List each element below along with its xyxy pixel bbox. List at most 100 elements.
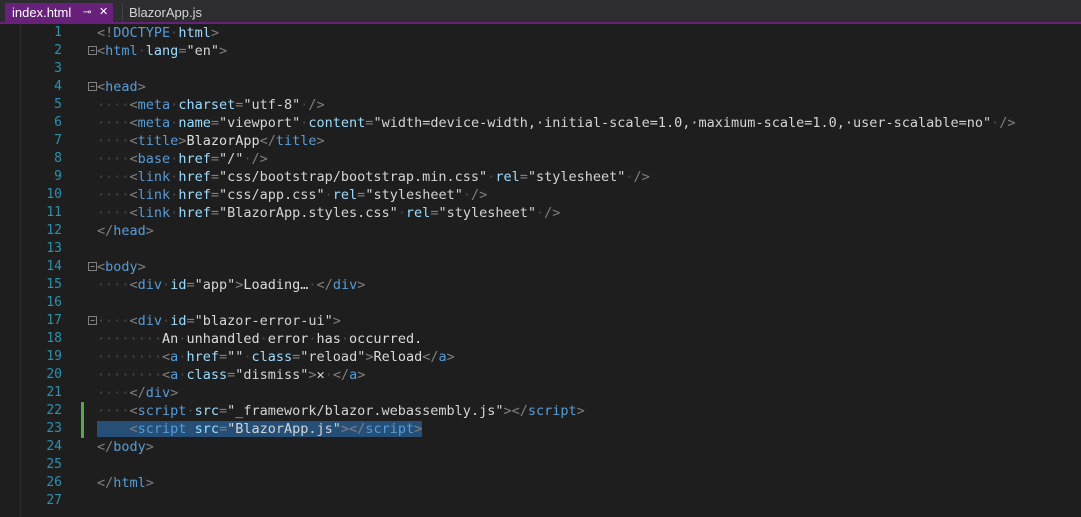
code-line[interactable]: 10 ····<link·href="css/app.css"·rel="styl… [0, 186, 1081, 204]
code-line[interactable]: 19 ········<a·href=""·class="reload">Relo… [0, 348, 1081, 366]
line-number: 5 [54, 97, 62, 112]
line-number: 23 [46, 421, 62, 436]
code-token: "BlazorApp.js" [227, 421, 341, 437]
code-token: "stylesheet" [438, 205, 536, 221]
code-token: ···· [97, 205, 130, 221]
code-line[interactable]: 24 </body> [0, 438, 1081, 456]
close-icon[interactable]: ✕ [99, 3, 108, 22]
code-line[interactable]: 3 [0, 60, 1081, 78]
code-token: < [129, 277, 138, 293]
code-token: link [137, 169, 171, 185]
code-line[interactable]: 14 − <body> [0, 258, 1081, 276]
code-token: · [462, 187, 471, 203]
code-text: ····<link·href="css/app.css"·rel="styles… [97, 186, 487, 204]
code-token: "app" [194, 277, 236, 293]
code-line[interactable]: 26 </html> [0, 474, 1081, 492]
code-token: html [105, 43, 138, 59]
tab-blazorapp-js[interactable]: BlazorApp.js [122, 3, 238, 22]
code-token: > [137, 259, 146, 275]
code-line[interactable]: 22 ····<script·src="_framework/blazor.web… [0, 402, 1081, 420]
collapse-icon[interactable]: − [88, 316, 97, 325]
code-token: < [129, 169, 138, 185]
code-token: BlazorApp [186, 133, 260, 149]
code-line[interactable]: 16 [0, 294, 1081, 312]
code-token: title [275, 133, 317, 149]
code-line[interactable]: 6 ····<meta·name="viewport"·content="widt… [0, 114, 1081, 132]
code-line[interactable]: 9 ····<link·href="css/bootstrap/bootstrap… [0, 168, 1081, 186]
code-line[interactable]: 25 [0, 456, 1081, 474]
tab-label: index.html [12, 5, 72, 20]
collapse-icon[interactable]: − [88, 82, 97, 91]
code-token: "utf-8" [243, 97, 301, 113]
code-token: · [162, 277, 171, 293]
collapse-icon[interactable]: − [88, 262, 97, 271]
code-line[interactable]: 2 − <html·lang="en"> [0, 42, 1081, 60]
code-token: < [129, 187, 138, 203]
tab-index-html[interactable]: index.html ⊸ ✕ [5, 3, 113, 22]
code-token: </ [422, 349, 439, 365]
collapse-icon[interactable]: − [88, 46, 97, 55]
code-line[interactable]: 8 ····<base·href="/"·/> [0, 150, 1081, 168]
code-text: ····<script·src="_framework/blazor.webas… [97, 402, 585, 420]
code-text: ····<link·href="BlazorApp.styles.css"·re… [97, 204, 560, 222]
code-line[interactable]: 15 ····<div·id="app">Loading…·</div> [0, 276, 1081, 294]
code-editor[interactable]: 1 <!DOCTYPE·html> 2− <html·lang="en"> 3 4− <he… [0, 24, 1081, 517]
code-token: lang [145, 43, 179, 59]
code-token: error [267, 331, 309, 347]
line-number: 13 [46, 241, 62, 256]
code-token: ········ [97, 349, 163, 365]
code-token: < [129, 313, 138, 329]
code-line[interactable]: 1 <!DOCTYPE·html> [0, 24, 1081, 42]
code-line[interactable]: 27 [0, 492, 1081, 510]
pin-icon[interactable]: ⊸ [83, 3, 91, 22]
code-token: ···· [97, 277, 130, 293]
code-token: html [113, 475, 146, 491]
code-token: /> [633, 169, 650, 185]
line-number: 27 [46, 493, 62, 508]
code-line[interactable]: 18 ········An·unhandled·error·has·occurre… [0, 330, 1081, 348]
line-number: 22 [46, 403, 62, 418]
code-line[interactable]: 17 − ····<div·id="blazor-error-ui"> [0, 312, 1081, 330]
code-line[interactable]: 23 ····<script·src="BlazorApp.js"></scrip… [0, 420, 1081, 438]
code-line[interactable]: 12 </head> [0, 222, 1081, 240]
code-text: ········<a·class="dismiss">✕·</a> [97, 366, 365, 384]
code-text: <head> [97, 78, 146, 96]
code-token: ···· [97, 97, 130, 113]
code-token: </ [259, 133, 276, 149]
code-token: meta [137, 115, 171, 131]
code-token: ···· [97, 403, 130, 419]
code-token: /> [544, 205, 561, 221]
code-line[interactable]: 11 ····<link·href="BlazorApp.styles.css"·… [0, 204, 1081, 222]
code-line[interactable]: 13 [0, 240, 1081, 258]
code-token: Loading… [243, 277, 309, 293]
code-token: < [162, 367, 171, 383]
code-line[interactable]: 21 ····</div> [0, 384, 1081, 402]
code-token: head [113, 223, 146, 239]
code-text: ····<link·href="css/bootstrap/bootstrap.… [97, 168, 650, 186]
code-token: < [162, 349, 171, 365]
code-token: = [227, 367, 236, 383]
code-token: ···· [97, 313, 130, 329]
code-token: class [251, 349, 293, 365]
code-token: class [186, 367, 228, 383]
line-number: 10 [46, 187, 62, 202]
line-number: 15 [46, 277, 62, 292]
line-number: 6 [54, 115, 62, 130]
code-token: = [186, 313, 195, 329]
code-line[interactable]: 20 ········<a·class="dismiss">✕·</a> [0, 366, 1081, 384]
code-token: link [137, 187, 171, 203]
code-token: ········ [97, 331, 163, 347]
code-line[interactable]: 5 ····<meta·charset="utf-8"·/> [0, 96, 1081, 114]
code-text: </body> [97, 438, 154, 456]
code-token: has [316, 331, 341, 347]
code-text: ····</div> [97, 384, 178, 402]
code-token: > [145, 475, 154, 491]
code-token: script [527, 403, 577, 419]
code-text: ····<meta·charset="utf-8"·/> [97, 96, 325, 114]
code-text: ····<div·id="blazor-error-ui"> [97, 312, 341, 330]
code-token: </ [97, 475, 114, 491]
code-token: ✕ [316, 367, 325, 383]
code-line[interactable]: 4 − <head> [0, 78, 1081, 96]
code-line[interactable]: 7 ····<title>BlazorApp</title> [0, 132, 1081, 150]
code-token: div [332, 277, 358, 293]
